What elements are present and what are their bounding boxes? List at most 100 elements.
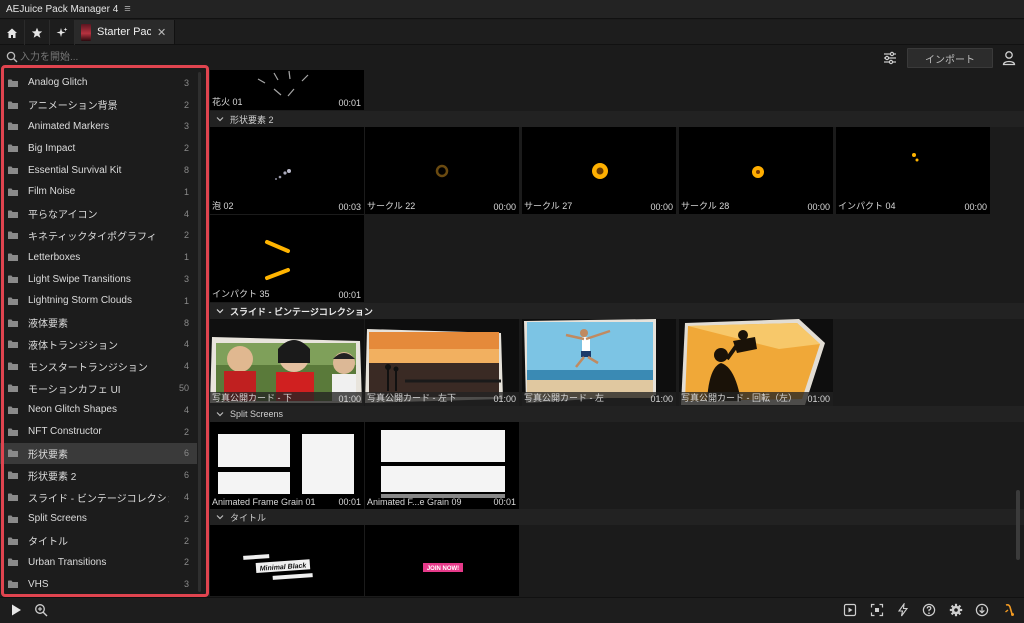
sidebar-item[interactable]: Split Screens 2 [0,508,197,530]
sidebar-item-count: 4 [183,339,189,350]
fit-screen-icon[interactable] [870,603,884,617]
hamburger-icon[interactable]: ≡ [124,3,130,15]
tile[interactable]: Animated Frame Grain 01 00:01 [210,422,364,509]
sidebar-item[interactable]: キネティックタイポグラフィ 2 [0,225,197,247]
download-icon[interactable] [975,603,989,617]
section-title: Split Screens [230,409,284,419]
folder-icon [8,144,18,153]
zoom-icon[interactable] [34,603,48,617]
sidebar-item[interactable]: VHS 3 [0,573,197,595]
tile[interactable]: Minimal Black [210,525,364,596]
sidebar-item[interactable]: Light Swipe Transitions 3 [0,268,197,290]
play-icon[interactable] [9,603,23,617]
sidebar-item-count: 8 [183,165,189,176]
help-icon[interactable] [922,603,936,617]
lightning-icon[interactable] [896,603,910,617]
tile-duration: 00:03 [338,202,361,212]
tile-name: サークル 28 [681,201,730,211]
sidebar-item-label: 平らなアイコン [28,210,98,222]
sidebar-item-label: アニメーション背景 [28,101,118,113]
sidebar-item-label: 液体要素 [28,319,68,331]
tile[interactable]: サークル 27 00:00 [522,127,676,214]
sidebar-item[interactable]: Letterboxes 1 [0,246,197,268]
tile[interactable]: インパクト 35 00:01 [210,215,364,302]
tile-duration: 01:00 [338,394,361,404]
tile[interactable]: 写真公開カード - 左 01:00 [522,319,676,406]
sidebar-item[interactable]: Essential Survival Kit 8 [0,159,197,181]
chevron-down-icon [216,515,224,520]
sidebar-item-count: 4 [183,492,189,503]
close-icon[interactable]: ✕ [157,26,166,39]
section-header[interactable]: Split Screens [210,406,1024,422]
sidebar-item[interactable]: Urban Transitions 2 [0,552,197,574]
tile[interactable]: インパクト 04 00:00 [836,127,990,214]
title-bar: AEJuice Pack Manager 4 ≡ [0,0,1024,19]
sidebar-item[interactable]: Big Impact 2 [0,137,197,159]
sidebar-item[interactable]: 液体トランジション 4 [0,334,197,356]
import-button[interactable]: インポート [907,48,993,68]
filter-sliders-icon[interactable] [882,50,898,66]
sidebar-scrollbar[interactable] [198,72,201,592]
tile[interactable]: 写真公開カード - 下 01:00 [210,319,364,406]
sidebar-item-label: 形状要素 2 [28,471,77,483]
split-frames-art [381,430,505,498]
tile[interactable]: 泡 02 00:03 [210,127,364,214]
sidebar-item[interactable]: 形状要素 6 [0,442,197,465]
section-header[interactable]: 形状要素 2 [210,111,1024,127]
sidebar-item[interactable]: スライド - ビンテージコレクション 4 [0,486,197,508]
favorites-button[interactable] [25,20,50,45]
tile-duration: 00:00 [650,202,673,212]
folder-icon [8,231,18,240]
join-now-title-art: JOIN NOW! [423,563,463,572]
tile-name: Animated F...e Grain 09 [367,497,462,507]
sidebar-item-label: Lightning Storm Clouds [28,295,132,307]
sidebar-item-count: 2 [183,535,189,546]
sidebar-item[interactable]: 形状要素 2 6 [0,464,197,486]
sidebar-item[interactable]: タイトル 2 [0,530,197,552]
sidebar-item[interactable]: モンスタートランジション 4 [0,355,197,377]
sidebar-item[interactable]: アニメーション背景 2 [0,94,197,116]
sidebar-item[interactable]: NFT Constructor 2 [0,421,197,443]
tile[interactable]: サークル 22 00:00 [365,127,519,214]
home-button[interactable] [0,20,25,45]
tile-duration: 00:01 [338,98,361,108]
sidebar-item[interactable]: Analog Glitch 3 [0,72,197,94]
content-scrollbar[interactable] [1016,490,1020,560]
tile[interactable]: JOIN NOW! [365,525,519,596]
section-header[interactable]: スライド - ビンテージコレクション [210,303,1024,319]
app-title: AEJuice Pack Manager 4 [6,3,119,15]
folder-icon [8,166,18,175]
pack-thumbnail [81,23,91,41]
folder-icon [8,558,18,567]
sidebar-item-count: 3 [183,274,189,285]
tile[interactable]: 写真公開カード - 回転（左） 01:00 [679,319,833,406]
sidebar-item[interactable]: 液体要素 8 [0,312,197,334]
sidebar: Analog Glitch 3 アニメーション背景 2 Animated Markers… [0,70,207,596]
split-frames-art [218,434,354,494]
sidebar-item[interactable]: Film Noise 1 [0,181,197,203]
sidebar-item[interactable]: モーションカフェ UI 50 [0,377,197,399]
section-header[interactable]: タイトル [210,509,1024,525]
user-icon[interactable] [1002,50,1016,66]
tile[interactable]: サークル 28 00:00 [679,127,833,214]
sidebar-item[interactable]: Neon Glitch Shapes 4 [0,399,197,421]
tab-bar: Starter Pack ✕ [0,20,1024,45]
tab-starter-pack[interactable]: Starter Pack ✕ [75,20,176,44]
search-input[interactable] [20,49,200,66]
tile[interactable]: Animated F...e Grain 09 00:01 [365,422,519,509]
sidebar-item[interactable]: 平らなアイコン 4 [0,203,197,225]
aejuice-logo-icon[interactable] [1002,603,1016,617]
tile-duration: 01:00 [807,394,830,404]
preview-window-icon[interactable] [843,603,857,617]
settings-icon[interactable] [949,603,963,617]
sidebar-item-label: モンスタートランジション [28,362,148,374]
sidebar-item[interactable]: Animated Markers 3 [0,116,197,138]
ai-button[interactable] [50,20,75,45]
folder-icon [8,210,18,218]
sidebar-item-label: スライド - ビンテージコレクション [28,493,169,505]
sparkle-icon [56,27,68,37]
tile[interactable]: 写真公開カード - 左下 01:00 [365,319,519,406]
sidebar-list: Analog Glitch 3 アニメーション背景 2 Animated Markers… [0,72,197,595]
sidebar-item[interactable]: Lightning Storm Clouds 1 [0,290,197,312]
tile-top[interactable]: 花火 01 00:01 [210,70,364,110]
